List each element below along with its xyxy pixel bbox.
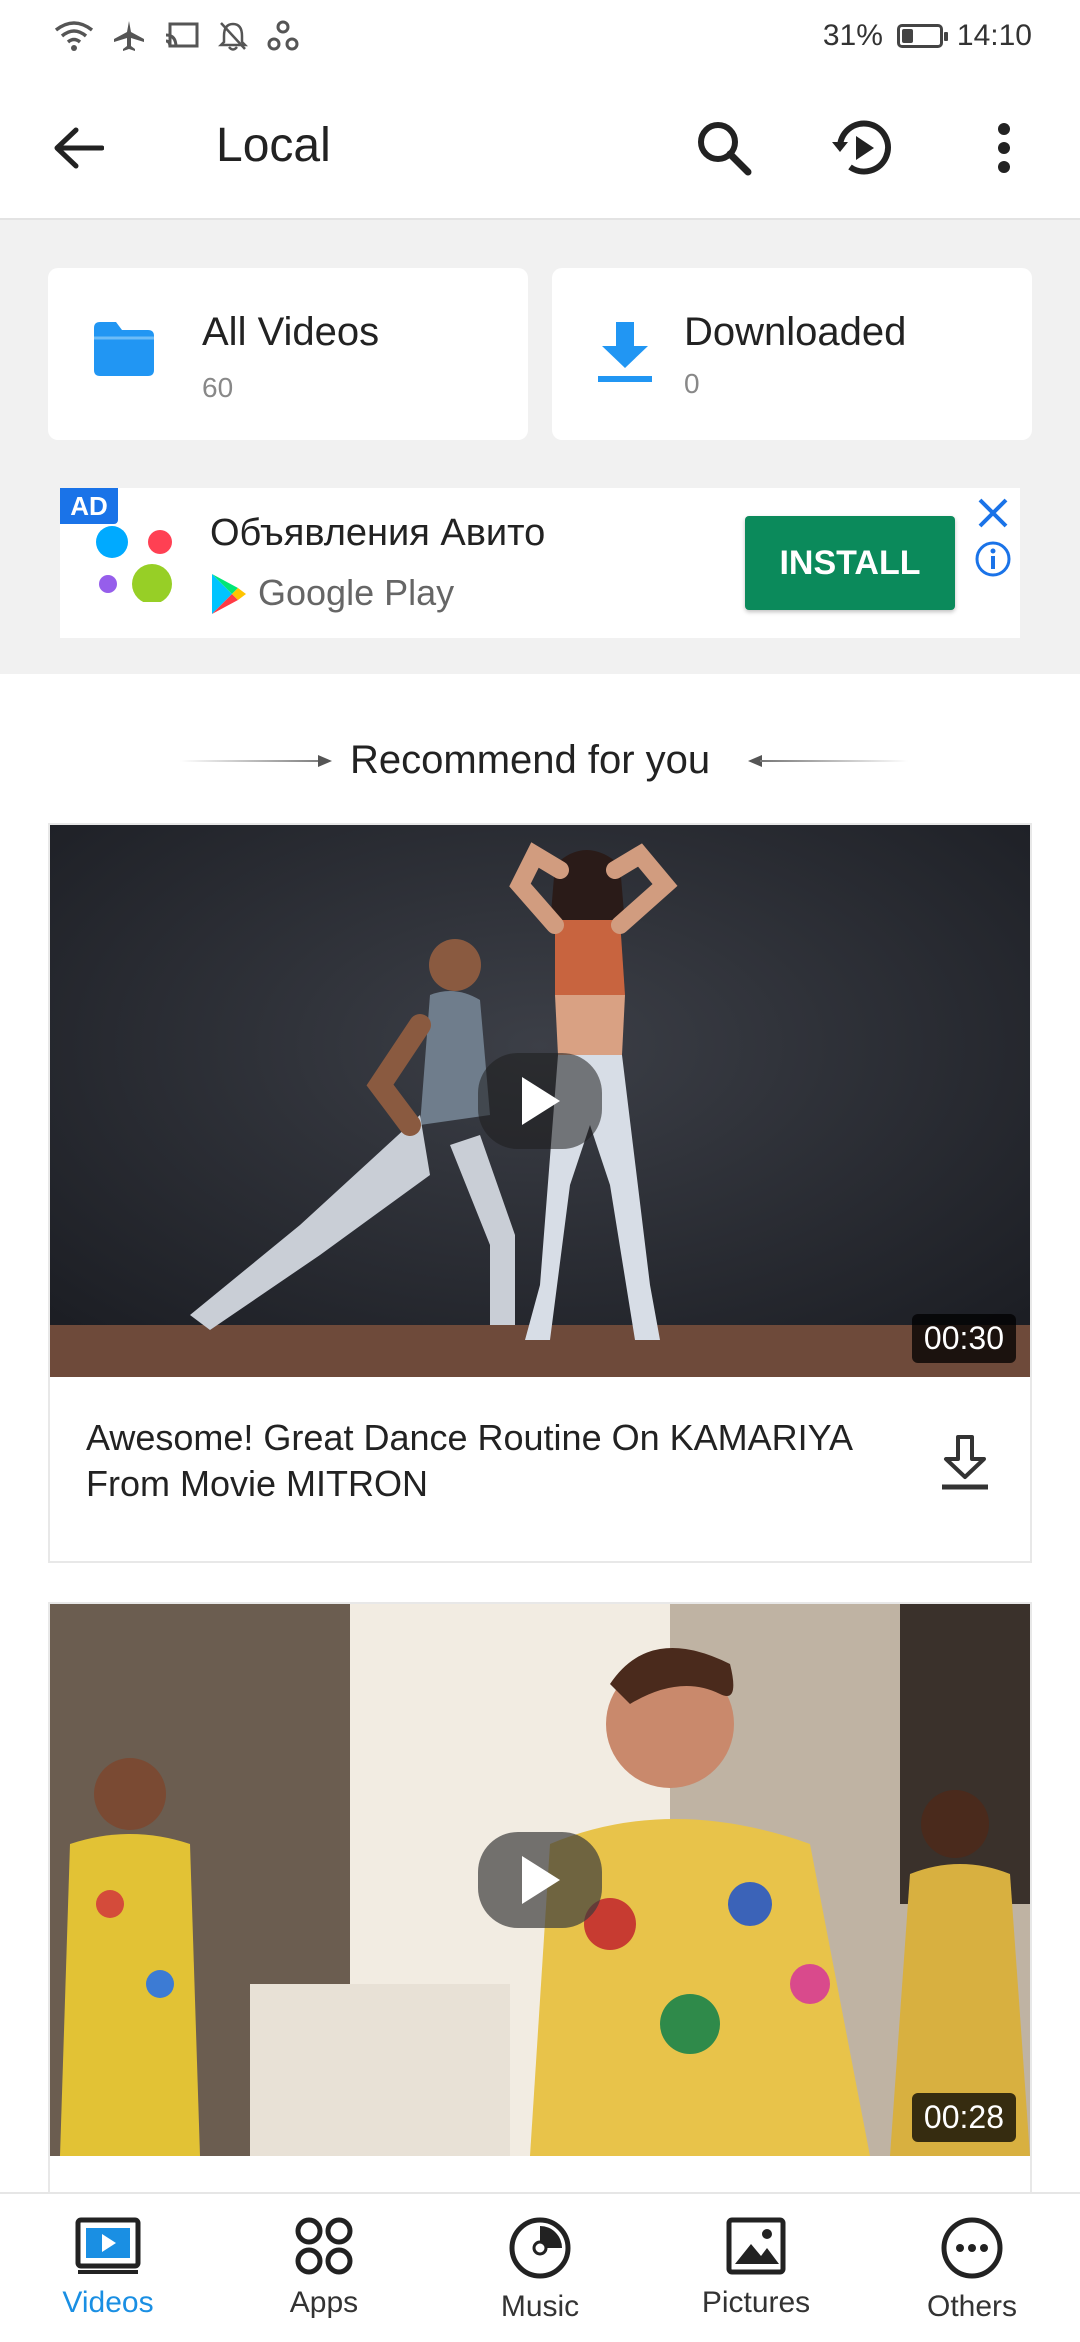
video-duration: 00:28	[911, 2093, 1016, 2142]
downloaded-card[interactable]: Downloaded 0	[552, 268, 1032, 440]
videos-icon	[75, 2217, 141, 2274]
app-bar: Local	[0, 72, 1080, 220]
ad-store: Google Play	[258, 572, 455, 613]
notifications-off-icon	[218, 22, 248, 51]
nav-item-music[interactable]: Music	[432, 2194, 648, 2342]
search-button[interactable]	[686, 110, 762, 186]
video-duration: 00:30	[911, 1314, 1016, 1363]
status-bar: 31% 14:10	[0, 0, 1080, 72]
card-title: Downloaded	[684, 310, 907, 354]
video-card[interactable]: 00:30 Awesome! Great Dance Routine On KA…	[48, 823, 1032, 1563]
all-videos-card[interactable]: All Videos 60	[48, 268, 528, 440]
nav-item-others[interactable]: Others	[864, 2194, 1080, 2342]
install-button[interactable]: INSTALL	[745, 516, 955, 610]
divider-left	[180, 760, 328, 762]
wifi-icon	[54, 21, 94, 51]
back-arrow-icon	[54, 127, 104, 169]
download-icon[interactable]	[938, 1435, 992, 1491]
pictures-icon	[726, 2217, 786, 2275]
airplane-mode-icon	[114, 21, 144, 51]
download-icon	[598, 322, 652, 382]
back-button[interactable]	[40, 110, 116, 186]
ad-title: Объявления Авито	[210, 512, 546, 554]
more-vert-icon	[998, 123, 1010, 173]
play-button[interactable]	[478, 1832, 602, 1928]
ad-banner[interactable]: AD Объявления Авито Google Play INSTALL	[60, 488, 1020, 638]
nav-label: Apps	[289, 2286, 359, 2319]
status-icons	[54, 18, 300, 54]
info-icon[interactable]	[974, 540, 1012, 578]
recommend-title: Recommend for you	[350, 738, 711, 782]
close-icon[interactable]	[976, 496, 1010, 530]
play-icon	[522, 1077, 560, 1125]
nav-item-videos[interactable]: Videos	[0, 2194, 216, 2342]
nav-label: Others	[926, 2290, 1018, 2323]
play-icon	[522, 1856, 560, 1904]
local-folders-section: All Videos 60 Downloaded 0 AD Объявления…	[0, 220, 1080, 674]
nav-item-pictures[interactable]: Pictures	[648, 2194, 864, 2342]
search-icon	[698, 122, 752, 176]
nav-item-apps[interactable]: Apps	[216, 2194, 432, 2342]
more-options-button[interactable]	[966, 110, 1042, 186]
cast-icon	[165, 22, 199, 48]
music-icon	[509, 2217, 571, 2279]
video-thumbnail[interactable]: 00:30	[50, 825, 1030, 1377]
bottom-navigation: Videos Apps Music Pictures Others	[0, 2192, 1080, 2342]
history-play-icon	[832, 120, 891, 175]
apps-icon	[295, 2217, 353, 2275]
avito-logo	[96, 526, 172, 602]
divider-left-arrow	[318, 755, 332, 767]
page-title: Local	[216, 119, 331, 172]
video-thumbnail[interactable]: 00:28	[50, 1604, 1030, 2156]
sync-icon	[267, 20, 299, 51]
history-button[interactable]	[824, 110, 900, 186]
battery-icon	[896, 24, 948, 48]
google-play-icon	[212, 574, 246, 614]
folder-icon	[94, 322, 154, 376]
video-title[interactable]: Awesome! Great Dance Routine On KAMARIYA…	[86, 1415, 916, 1507]
nav-label: Videos	[62, 2286, 154, 2319]
clock: 14:10	[956, 19, 1032, 52]
card-title: All Videos	[202, 310, 380, 354]
battery-percent: 31%	[822, 19, 883, 52]
divider-right	[760, 760, 908, 762]
play-button[interactable]	[478, 1053, 602, 1149]
status-right: 31% 14:10	[823, 18, 1032, 54]
nav-label: Music	[500, 2290, 580, 2323]
video-card[interactable]: 00:28	[48, 1602, 1032, 2202]
others-icon	[941, 2217, 1003, 2279]
ad-badge: AD	[60, 488, 118, 524]
card-count: 60	[202, 372, 234, 403]
nav-label: Pictures	[701, 2286, 811, 2319]
card-count: 0	[684, 368, 700, 399]
